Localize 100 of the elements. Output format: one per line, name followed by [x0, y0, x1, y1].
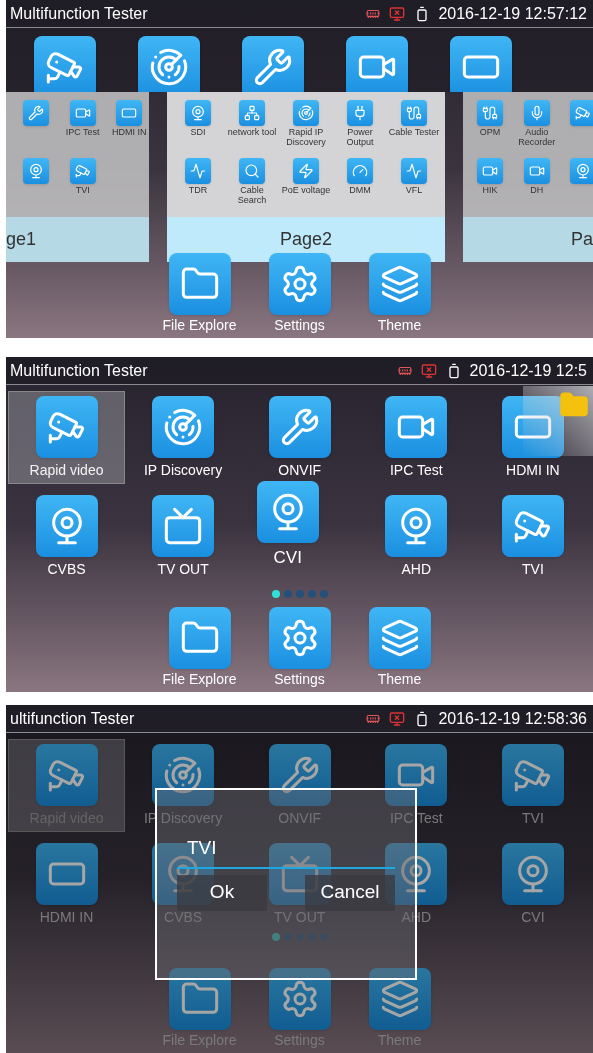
app-label[interactable]: TVI — [522, 559, 544, 580]
app-title: Multifunction Tester — [10, 360, 148, 381]
app-label[interactable]: Rapid IP Discovery — [279, 127, 333, 147]
cctv-icon — [35, 744, 98, 806]
port-icon — [35, 843, 98, 905]
cctv-icon — [570, 100, 593, 126]
app-label[interactable]: IPC Test — [65, 127, 100, 137]
webcam-icon — [185, 100, 211, 126]
cable-icon — [477, 100, 503, 126]
app-label[interactable]: network tool — [227, 127, 277, 137]
app-label[interactable]: DH — [530, 185, 544, 195]
settings-icon — [268, 968, 331, 1030]
network-off-icon — [388, 5, 407, 22]
cctv-icon — [501, 744, 564, 806]
search-icon — [239, 158, 265, 184]
dock-app-label[interactable]: Theme — [377, 315, 422, 336]
app-label[interactable]: ONVIF — [278, 460, 322, 481]
page-card[interactable]: IPC Test HDMI IN TVI ge1 — [6, 92, 149, 262]
page-card-title: Page2 — [279, 228, 333, 251]
app-label[interactable]: IPC Test — [389, 460, 443, 481]
app-label[interactable]: TVI — [522, 808, 544, 829]
radar-icon — [152, 744, 215, 806]
app-title: Multifunction Tester — [10, 3, 148, 24]
pulse-icon — [401, 158, 427, 184]
page-card-title: ge1 — [6, 228, 37, 251]
ok-button[interactable]: Ok — [177, 874, 267, 911]
folder-icon — [168, 253, 231, 315]
cctv-icon — [35, 396, 98, 458]
app-label[interactable]: TDR — [188, 185, 208, 195]
layers-icon — [368, 253, 431, 315]
app-label[interactable]: OPM — [479, 127, 501, 137]
gauge-icon — [347, 158, 373, 184]
wrench-icon — [268, 396, 331, 458]
add-folder-corner[interactable] — [523, 386, 593, 456]
video-camera-icon — [385, 744, 448, 806]
dock-app-label[interactable]: File Explore — [162, 315, 237, 336]
page-card[interactable]: SDI network tool Rapid IP Discovery Power Output Cable Tester TDR Cable Search PoE voltage DMM VFL Page2 — [167, 92, 445, 262]
app-label[interactable]: PoE voltage — [281, 185, 331, 195]
app-label[interactable]: HDMI IN — [506, 460, 560, 481]
app-label[interactable]: TVI — [75, 185, 90, 195]
app-label[interactable]: IP Discovery — [143, 460, 223, 481]
folder-icon — [168, 607, 231, 669]
cctv-icon — [69, 158, 96, 184]
webcam-icon — [35, 495, 98, 557]
radar-icon — [138, 36, 200, 92]
port-icon — [501, 396, 564, 458]
app-label[interactable]: Power Output — [333, 127, 387, 147]
layers-icon — [368, 968, 431, 1030]
pulse-icon — [185, 158, 211, 184]
cancel-button[interactable]: Cancel — [305, 874, 395, 911]
app-label[interactable]: CVBS — [47, 559, 86, 580]
dock-app-label[interactable]: Settings — [274, 669, 325, 690]
page-card[interactable]: OPM Audio Recorder HIK DH Pa — [463, 92, 593, 262]
settings-icon — [268, 607, 331, 669]
name-input-field[interactable]: TVI — [177, 834, 395, 869]
app-label[interactable]: Cable Tester — [388, 127, 440, 137]
network-off-icon — [388, 710, 407, 727]
webcam-icon — [385, 495, 448, 557]
clock: 2016-12-19 12:58:36 — [438, 708, 588, 729]
cctv-icon — [34, 36, 96, 92]
app-label[interactable]: HDMI IN — [39, 907, 94, 928]
webcam-icon — [23, 158, 49, 184]
dock-app-label[interactable]: Settings — [274, 315, 325, 336]
video-camera-icon — [477, 158, 503, 184]
app-label[interactable]: DMM — [349, 185, 371, 195]
app-label[interactable]: HDMI IN — [112, 127, 147, 137]
app-label[interactable]: HIK — [482, 185, 498, 195]
app-label[interactable]: CVI — [273, 545, 302, 571]
page-card-title: Pa — [570, 228, 593, 251]
app-label[interactable]: Audio Recorder — [509, 127, 564, 147]
dock-app-label[interactable]: File Explore — [162, 669, 237, 690]
webcam-icon — [385, 843, 448, 905]
webcam-icon — [501, 843, 564, 905]
wrench-icon — [23, 100, 49, 126]
dock-app-label[interactable]: Theme — [377, 669, 422, 690]
wrench-icon — [268, 744, 331, 806]
video-camera-icon — [69, 100, 96, 126]
app-label[interactable]: CVI — [521, 907, 545, 928]
port-icon — [116, 100, 143, 126]
app-label[interactable]: AHD — [401, 559, 432, 580]
video-camera-icon — [523, 158, 550, 184]
microphone-icon — [523, 100, 550, 126]
layers-icon — [368, 607, 431, 669]
webcam-icon — [256, 481, 319, 543]
video-camera-icon — [346, 36, 408, 92]
app-label[interactable]: Rapid video — [29, 460, 104, 481]
lightning-icon — [293, 158, 319, 184]
video-camera-icon — [385, 396, 448, 458]
cctv-icon — [501, 495, 564, 557]
port-icon — [450, 36, 512, 92]
app-title: ultifunction Tester — [10, 708, 135, 729]
app-label[interactable]: TV OUT — [157, 559, 209, 580]
app-label[interactable]: Cable Search — [225, 185, 279, 205]
tv-icon — [152, 495, 215, 557]
app-label[interactable]: SDI — [190, 127, 206, 137]
webcam-icon — [570, 158, 593, 184]
plug-icon — [347, 100, 373, 126]
app-label[interactable]: VFL — [405, 185, 423, 195]
network-off-icon — [419, 362, 438, 379]
clock: 2016-12-19 12:5 — [469, 360, 588, 381]
